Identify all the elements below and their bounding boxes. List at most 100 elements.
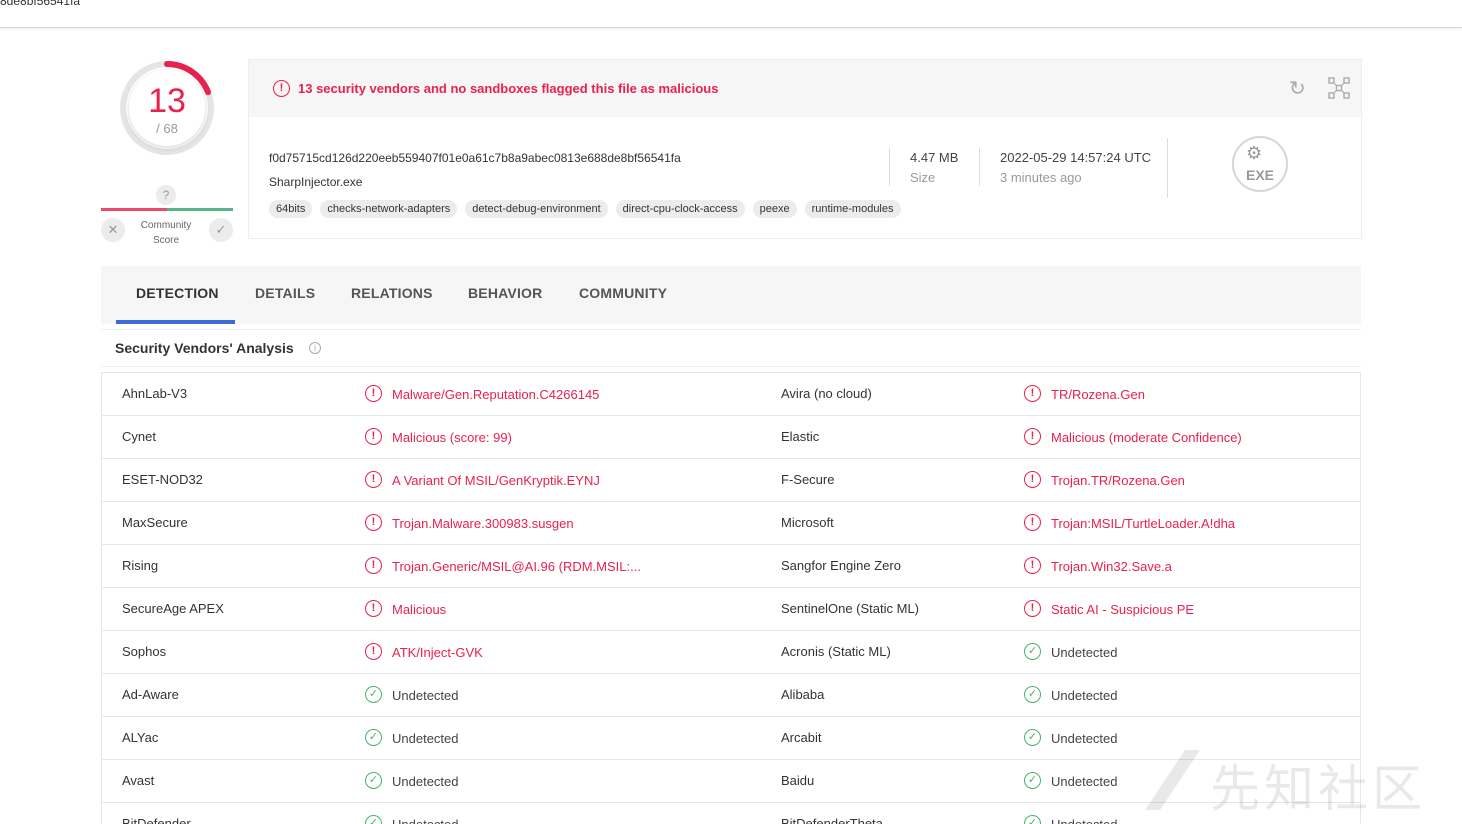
top-hash-fragment: 8de8bf56541fa — [0, 0, 81, 8]
vendor-name: Sophos — [122, 644, 167, 659]
tab-community[interactable]: COMMUNITY — [579, 285, 667, 301]
divider — [101, 366, 1361, 367]
tab-detection[interactable]: DETECTION — [136, 285, 219, 301]
vendor-name: Microsoft — [781, 515, 834, 530]
vote-malicious-button[interactable]: ✕ — [101, 218, 125, 242]
detection-count: 13 — [148, 82, 186, 120]
engine-total: / 68 — [156, 121, 178, 136]
watermark-text: 先知社区 — [1210, 760, 1426, 818]
vendor-name: AhnLab-V3 — [122, 386, 188, 401]
vendor-name: Sangfor Engine Zero — [781, 558, 901, 573]
vendor-name: Acronis (Static ML) — [781, 644, 891, 659]
alert-icon: ! — [365, 600, 382, 618]
result-label: Malware/Gen.Reputation.C4266145 — [392, 386, 600, 402]
vendor-row: Rising! Trojan.Generic/MSIL@AI.96 (RDM.MS… — [102, 545, 1360, 588]
top-bar: 8de8bf56541fa — [0, 0, 1462, 28]
vendor-result: ✓ Undetected — [365, 674, 655, 716]
result-label: Trojan.Generic/MSIL@AI.96 (RDM.MSIL:... — [392, 558, 641, 574]
result-label: Undetected — [1051, 773, 1118, 789]
vendor-name: Arcabit — [781, 730, 822, 745]
vendor-name: Avira (no cloud) — [781, 386, 872, 401]
result-label: Malicious — [392, 601, 447, 617]
vendor-name: F-Secure — [781, 472, 835, 487]
vendor-name: SentinelOne (Static ML) — [781, 601, 920, 616]
vendor-name: Elastic — [781, 429, 820, 444]
divider — [889, 148, 890, 186]
alert-icon: ! — [1024, 428, 1041, 446]
result-label: Undetected — [1051, 687, 1118, 703]
info-icon[interactable]: i — [309, 342, 321, 354]
alert-icon: ! — [273, 80, 290, 97]
file-tag[interactable]: checks-network-adapters — [320, 200, 458, 218]
result-label: Static AI - Suspicious PE — [1051, 601, 1195, 617]
vendor-result: ✓ Undetected — [1024, 674, 1118, 716]
file-tag[interactable]: direct-cpu-clock-access — [615, 200, 745, 218]
divider — [1167, 138, 1168, 198]
result-label: Undetected — [392, 730, 459, 746]
file-type-icon: ⚙ EXE — [1232, 136, 1288, 192]
file-tag[interactable]: 64bits — [269, 200, 313, 218]
check-icon: ✓ — [365, 772, 382, 790]
analysis-relative-time: 3 minutes ago — [1000, 170, 1082, 185]
vendor-result: ✓ Undetected — [1024, 717, 1118, 759]
vendor-result: ✓ Undetected — [1024, 803, 1118, 824]
watermark: 先知社区 — [1140, 745, 1440, 818]
gears-icon: ⚙ — [1246, 143, 1263, 163]
vendor-result: ! Trojan:MSIL/TurtleLoader.A!dha — [1024, 502, 1235, 544]
result-label: Undetected — [1051, 804, 1118, 824]
section-title: Security Vendors' Analysis — [115, 340, 294, 356]
vendor-name: MaxSecure — [122, 515, 188, 530]
result-label: Trojan.Malware.300983.susgen — [392, 515, 574, 531]
vendor-result: ! Malicious (moderate Confidence) — [1024, 416, 1242, 458]
alert-icon: ! — [365, 557, 382, 575]
vendor-result: ! TR/Rozena.Gen — [1024, 373, 1145, 415]
alert-icon: ! — [365, 385, 382, 403]
reanalyze-icon[interactable]: ↻ — [1289, 78, 1311, 100]
file-tag[interactable]: runtime-modules — [804, 200, 901, 218]
result-label: Undetected — [1051, 644, 1118, 660]
file-hash[interactable]: f0d75715cd126d220eeb559407f01e0a61c7b8a9… — [269, 151, 681, 165]
vendor-result: ! Trojan.Win32.Save.a — [1024, 545, 1172, 587]
alert-icon: ! — [1024, 514, 1041, 532]
result-label: Trojan:MSIL/TurtleLoader.A!dha — [1051, 515, 1236, 531]
file-size-label: Size — [910, 170, 936, 185]
result-label: Undetected — [392, 804, 459, 824]
divider — [979, 148, 980, 186]
vendor-name: Avast — [122, 773, 155, 788]
tab-details[interactable]: DETAILS — [255, 285, 315, 301]
vendor-name: BitDefender — [122, 816, 191, 824]
vendor-result: ✓ Undetected — [365, 760, 655, 802]
help-icon[interactable]: ? — [156, 185, 176, 205]
check-icon: ✓ — [365, 686, 382, 704]
vendor-result: ! Trojan.Generic/MSIL@AI.96 (RDM.MSIL:... — [365, 545, 655, 587]
vendor-result: ✓ Undetected — [1024, 631, 1118, 673]
file-tag[interactable]: peexe — [752, 200, 797, 218]
file-size-value: 4.47 MB — [910, 150, 959, 165]
vendor-result: ✓ Undetected — [1024, 760, 1118, 802]
file-summary-card: ! 13 security vendors and no sandboxes f… — [248, 59, 1362, 239]
vote-harmless-button[interactable]: ✓ — [209, 218, 233, 242]
alert-icon: ! — [1024, 385, 1041, 403]
alert-icon: ! — [365, 428, 382, 446]
alert-icon: ! — [365, 471, 382, 489]
file-type-label: EXE — [1245, 167, 1274, 183]
vendor-name: Cynet — [122, 429, 156, 444]
community-score-bar — [101, 208, 233, 211]
tab-relations[interactable]: RELATIONS — [351, 285, 433, 301]
check-icon: ✓ — [365, 729, 382, 747]
alert-icon: ! — [365, 643, 382, 661]
graph-view-icon[interactable] — [1327, 76, 1351, 100]
detection-score-ring: 13 / 68 — [117, 58, 217, 158]
community-score-label: Community Score — [130, 218, 202, 248]
tab-behavior[interactable]: BEHAVIOR — [468, 285, 542, 301]
vendor-result: ! Trojan.TR/Rozena.Gen — [1024, 459, 1185, 501]
vendor-row: AhnLab-V3! Malware/Gen.Reputation.C426614… — [102, 373, 1360, 416]
result-label: TR/Rozena.Gen — [1051, 386, 1145, 402]
result-label: Undetected — [1051, 730, 1118, 746]
file-tag[interactable]: detect-debug-environment — [465, 200, 608, 218]
vendor-name: Baidu — [781, 773, 815, 788]
vendor-row: Cynet! Malicious (score: 99) Elastic! Malic… — [102, 416, 1360, 459]
vendor-row: Sophos! ATK/Inject-GVK Acronis (Static ML)… — [102, 631, 1360, 674]
alert-icon: ! — [1024, 557, 1041, 575]
detection-banner: ! 13 security vendors and no sandboxes f… — [249, 60, 1361, 117]
